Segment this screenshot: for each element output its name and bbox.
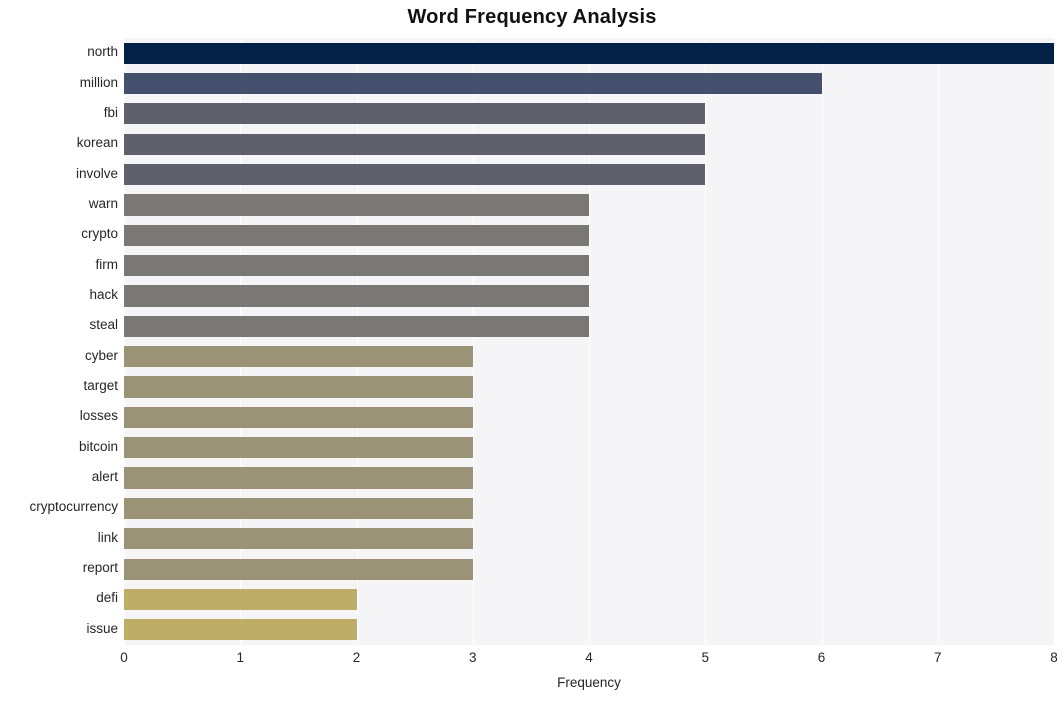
bar-row[interactable] <box>124 497 1054 520</box>
x-axis-tick-label: 5 <box>701 650 710 665</box>
bar[interactable] <box>124 437 473 459</box>
x-axis-tick-label: 4 <box>585 650 593 665</box>
bar-row[interactable] <box>124 619 1054 641</box>
bar-row[interactable] <box>124 42 1054 64</box>
bar-row[interactable] <box>124 224 1054 246</box>
x-axis-tick-label: 3 <box>468 650 477 665</box>
bar[interactable] <box>124 558 473 580</box>
y-axis-tick-label: losses <box>79 408 118 424</box>
y-axis-tick-label: target <box>83 378 118 394</box>
chart-figure: Word Frequency Analysis north million fbi k… <box>0 0 1064 701</box>
x-axis-tick-label: 2 <box>352 650 361 665</box>
x-axis-tick-label: 7 <box>933 650 942 665</box>
bar-row[interactable] <box>124 255 1054 277</box>
bar-row[interactable] <box>124 437 1054 459</box>
bar[interactable] <box>124 406 473 428</box>
y-axis-tick-label: link <box>97 529 118 545</box>
y-axis-tick-label: korean <box>76 135 118 151</box>
bar[interactable] <box>124 346 473 368</box>
bar[interactable] <box>124 619 357 641</box>
bar-series <box>124 38 1054 645</box>
bar-row[interactable] <box>124 376 1054 398</box>
bar[interactable] <box>124 255 589 277</box>
bar-row[interactable] <box>124 103 1054 125</box>
y-axis-tick-label: million <box>79 74 118 90</box>
y-axis-tick-label: report <box>82 560 118 576</box>
x-axis-tick-label: 1 <box>236 650 245 665</box>
y-axis-tick-label: fbi <box>103 104 118 120</box>
bar-row[interactable] <box>124 406 1054 428</box>
bar-row[interactable] <box>124 588 1054 611</box>
bar[interactable] <box>124 133 706 155</box>
y-axis-tick-label: crypto <box>81 226 118 242</box>
y-axis-tick-label: involve <box>75 165 118 181</box>
plot-area <box>124 38 1054 645</box>
bar-row[interactable] <box>124 163 1054 186</box>
bar-row[interactable] <box>124 133 1054 155</box>
y-axis-tick-label: alert <box>91 469 118 485</box>
x-axis-title: Frequency <box>557 675 621 690</box>
bar-row[interactable] <box>124 285 1054 307</box>
y-axis-tick-label: cyber <box>84 347 118 363</box>
bar-row[interactable] <box>124 194 1054 216</box>
y-axis-tick-labels: north million fbi korean involve warn crypto fi… <box>0 38 118 645</box>
chart-title: Word Frequency Analysis <box>407 6 657 28</box>
y-axis-tick-label: cryptocurrency <box>29 499 118 515</box>
bar[interactable] <box>124 194 589 216</box>
bar[interactable] <box>124 588 357 611</box>
bar[interactable] <box>124 528 473 550</box>
bar-row[interactable] <box>124 315 1054 337</box>
bar[interactable] <box>124 42 1054 64</box>
bar[interactable] <box>124 315 589 337</box>
x-axis-tick-label: 8 <box>1050 650 1058 665</box>
bar[interactable] <box>124 163 706 186</box>
y-axis-tick-label: north <box>87 44 118 60</box>
bar[interactable] <box>124 376 473 398</box>
y-axis-tick-label: warn <box>88 195 118 211</box>
bar[interactable] <box>124 285 589 307</box>
y-axis-tick-label: bitcoin <box>78 438 118 454</box>
bar[interactable] <box>124 72 822 95</box>
bar[interactable] <box>124 224 589 246</box>
y-axis-tick-label: steal <box>89 317 118 333</box>
bar-row[interactable] <box>124 72 1054 95</box>
y-axis-tick-label: issue <box>86 620 118 636</box>
bar-row[interactable] <box>124 558 1054 580</box>
bar[interactable] <box>124 103 706 125</box>
bar[interactable] <box>124 497 473 520</box>
x-axis-tick-label: 6 <box>817 650 826 665</box>
y-axis-tick-label: hack <box>89 286 118 302</box>
x-axis-tick-labels: 0 1 2 3 4 5 6 7 8 <box>120 650 1058 672</box>
bar[interactable] <box>124 467 473 489</box>
y-axis-tick-label: firm <box>95 256 119 272</box>
x-axis-tick-label: 0 <box>120 650 128 665</box>
y-axis-tick-label: defi <box>96 590 118 606</box>
bar-row[interactable] <box>124 528 1054 550</box>
bar-row[interactable] <box>124 346 1054 368</box>
bar-row[interactable] <box>124 467 1054 489</box>
